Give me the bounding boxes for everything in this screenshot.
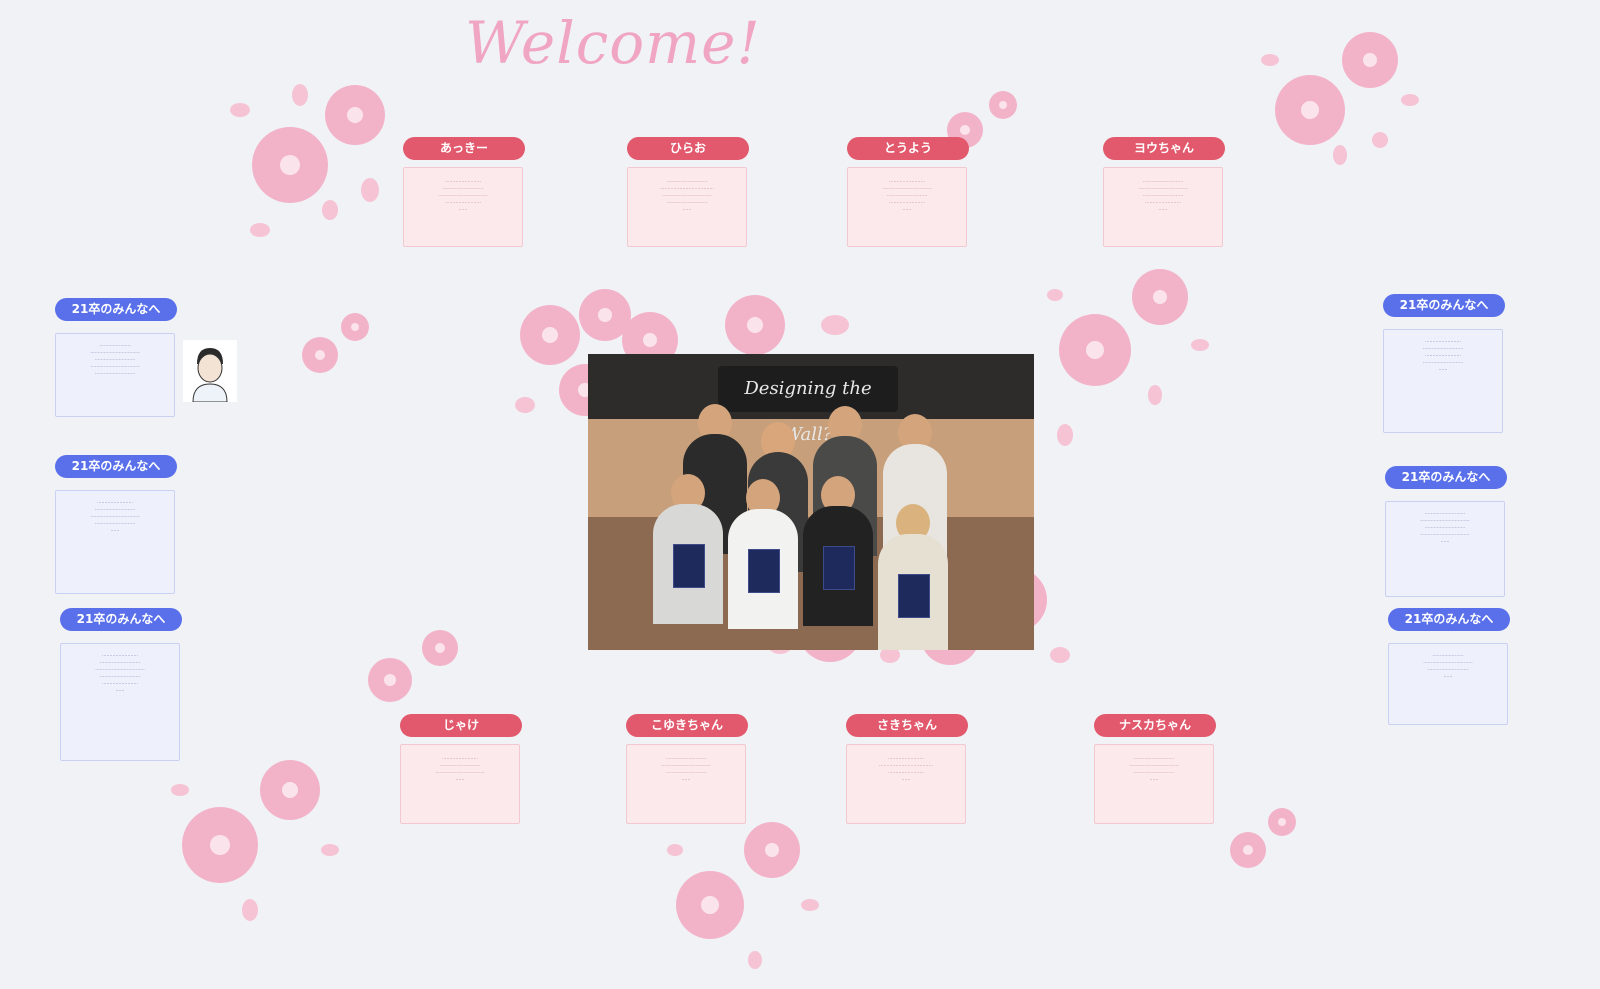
card-name-tag: とうよう bbox=[847, 137, 969, 160]
card-name-tag: 21卒のみんなへ bbox=[55, 298, 177, 321]
card-message: ……………………… …………………………… ……………………… ……………………… bbox=[1385, 501, 1505, 597]
card-name-tag: じゃけ bbox=[400, 714, 522, 737]
card-message: …………………… …………………………… ……………………… …………………… … bbox=[847, 167, 967, 247]
card-name-tag: 21卒のみんなへ bbox=[55, 455, 177, 478]
card-name-tag: あっきー bbox=[403, 137, 525, 160]
welcome-title: Welcome! bbox=[465, 9, 761, 77]
card-message: …………………… ……………………… …………………………… ………………………… bbox=[60, 643, 180, 761]
avatar-illustration bbox=[183, 340, 237, 402]
group-photo: Designing the Wall? bbox=[588, 354, 1034, 650]
card-name-tag: さきちゃん bbox=[846, 714, 968, 737]
sakura-cluster-right-mid bbox=[1047, 269, 1209, 446]
person bbox=[728, 479, 798, 650]
card-name-tag: ナスカちゃん bbox=[1094, 714, 1216, 737]
card-message: ……………………… ……………………………… …………………………… ……………… bbox=[627, 167, 747, 247]
card-name-tag: ひらお bbox=[627, 137, 749, 160]
card-message: …………………… ……………………… …………………………… ………………………… bbox=[55, 490, 175, 594]
card-message: …………………… ……………………… …………………… ……………………… …… bbox=[1383, 329, 1503, 433]
sakura-cluster-bottom-center bbox=[667, 822, 819, 969]
sakura-cluster-left-mid bbox=[302, 313, 369, 373]
card-message: ……………………… …………………………… ……………………… ……………………… bbox=[1103, 167, 1223, 247]
card-name-tag: こゆきちゃん bbox=[626, 714, 748, 737]
card-name-tag: ヨウちゃん bbox=[1103, 137, 1225, 160]
person bbox=[803, 476, 873, 650]
person bbox=[653, 474, 723, 650]
card-name-tag: 21卒のみんなへ bbox=[1388, 608, 1510, 631]
sakura-cluster-top-left bbox=[230, 84, 385, 237]
card-name-tag: 21卒のみんなへ bbox=[60, 608, 182, 631]
card-message: ……………………… …………………………… ……………………… …… bbox=[626, 744, 746, 824]
card-message: ………………… …………………………… ……………………… …… bbox=[1388, 643, 1508, 725]
sakura-cluster-top-right bbox=[1261, 32, 1419, 165]
card-message: …………………… ……………………………… …………………… …… bbox=[846, 744, 966, 824]
card-message: …………………… ……………………… …………………………… …… bbox=[400, 744, 520, 824]
card-message: …………………… ……………………… …………………………… …………………… … bbox=[403, 167, 523, 247]
card-name-tag: 21卒のみんなへ bbox=[1385, 466, 1507, 489]
card-message: ……………………… …………………………… ……………………… …… bbox=[1094, 744, 1214, 824]
card-name-tag: 21卒のみんなへ bbox=[1383, 294, 1505, 317]
chalkboard-sign: Designing the Wall? bbox=[718, 366, 898, 445]
card-message: ………………… …………………………… ……………………… …………………………… bbox=[55, 333, 175, 417]
sakura-cluster-bottom-left bbox=[171, 760, 339, 921]
sakura-cluster-bottom-right bbox=[1230, 808, 1296, 868]
sakura-cluster-small-top bbox=[947, 91, 1017, 148]
